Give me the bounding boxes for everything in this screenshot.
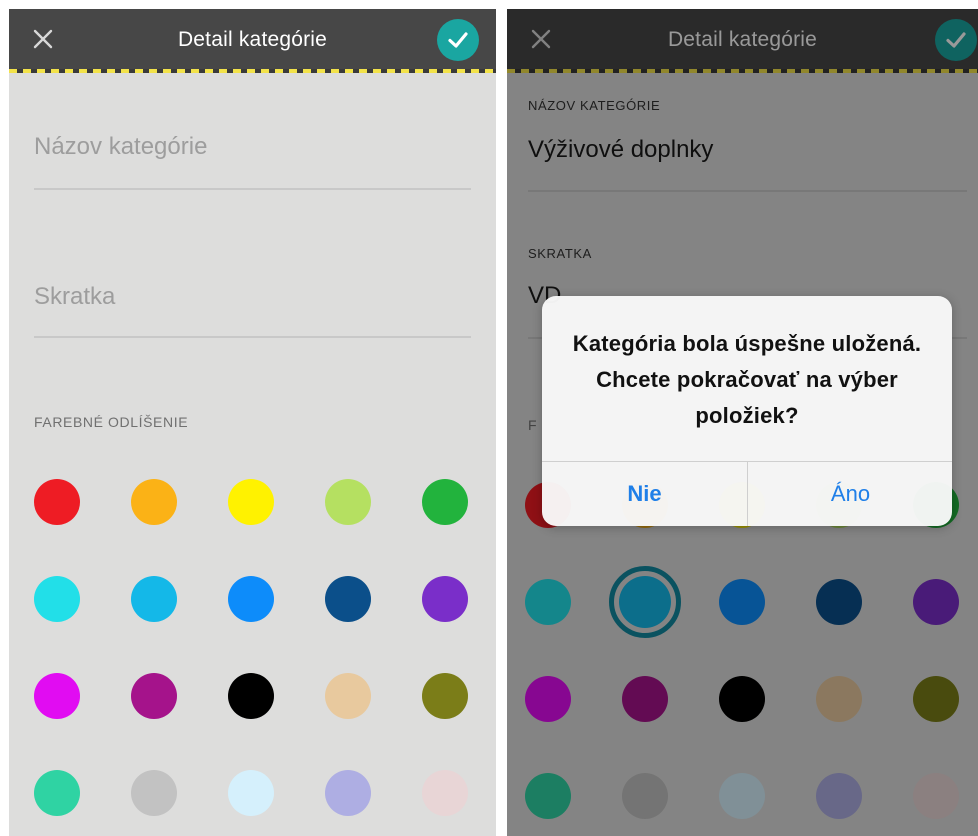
yes-button[interactable]: Áno: [748, 462, 952, 526]
color-swatch[interactable]: [422, 479, 468, 525]
color-swatch[interactable]: [422, 770, 468, 816]
color-swatch[interactable]: [325, 576, 371, 622]
color-swatch[interactable]: [422, 576, 468, 622]
color-swatch[interactable]: [325, 479, 371, 525]
nav-bar: Detail kategórie: [9, 9, 496, 73]
color-swatch[interactable]: [131, 673, 177, 719]
color-swatch[interactable]: [34, 479, 80, 525]
color-swatch[interactable]: [34, 673, 80, 719]
color-swatch[interactable]: [131, 479, 177, 525]
color-section-label: FAREBNÉ ODLÍŠENIE: [34, 414, 189, 430]
no-button[interactable]: Nie: [542, 462, 747, 526]
color-swatch[interactable]: [131, 576, 177, 622]
category-name-input[interactable]: Názov kategórie: [34, 133, 207, 161]
color-swatch[interactable]: [228, 576, 274, 622]
color-swatch[interactable]: [422, 673, 468, 719]
checkmark-icon: [448, 32, 468, 48]
category-detail-screen-empty: Detail kategórie Názov kategórie Skratka…: [9, 9, 496, 836]
color-swatch[interactable]: [228, 479, 274, 525]
color-swatch[interactable]: [325, 673, 371, 719]
nav-stripe: [9, 69, 496, 73]
confirm-button[interactable]: [437, 19, 479, 61]
shortcut-input[interactable]: Skratka: [34, 283, 115, 311]
color-swatch[interactable]: [131, 770, 177, 816]
dialog-message: Kategória bola úspešne uložená. Chcete p…: [572, 331, 922, 428]
category-name-underline: [34, 188, 471, 190]
save-confirmation-dialog: Kategória bola úspešne uložená. Chcete p…: [542, 296, 952, 526]
color-swatch[interactable]: [228, 770, 274, 816]
color-swatch[interactable]: [228, 673, 274, 719]
color-swatch[interactable]: [34, 576, 80, 622]
color-swatch[interactable]: [34, 770, 80, 816]
color-swatch[interactable]: [325, 770, 371, 816]
shortcut-underline: [34, 336, 471, 338]
page-title: Detail kategórie: [177, 28, 328, 51]
category-detail-screen-saved: Detail kategórie NÁZOV KATEGÓRIE Výživov…: [507, 9, 978, 836]
